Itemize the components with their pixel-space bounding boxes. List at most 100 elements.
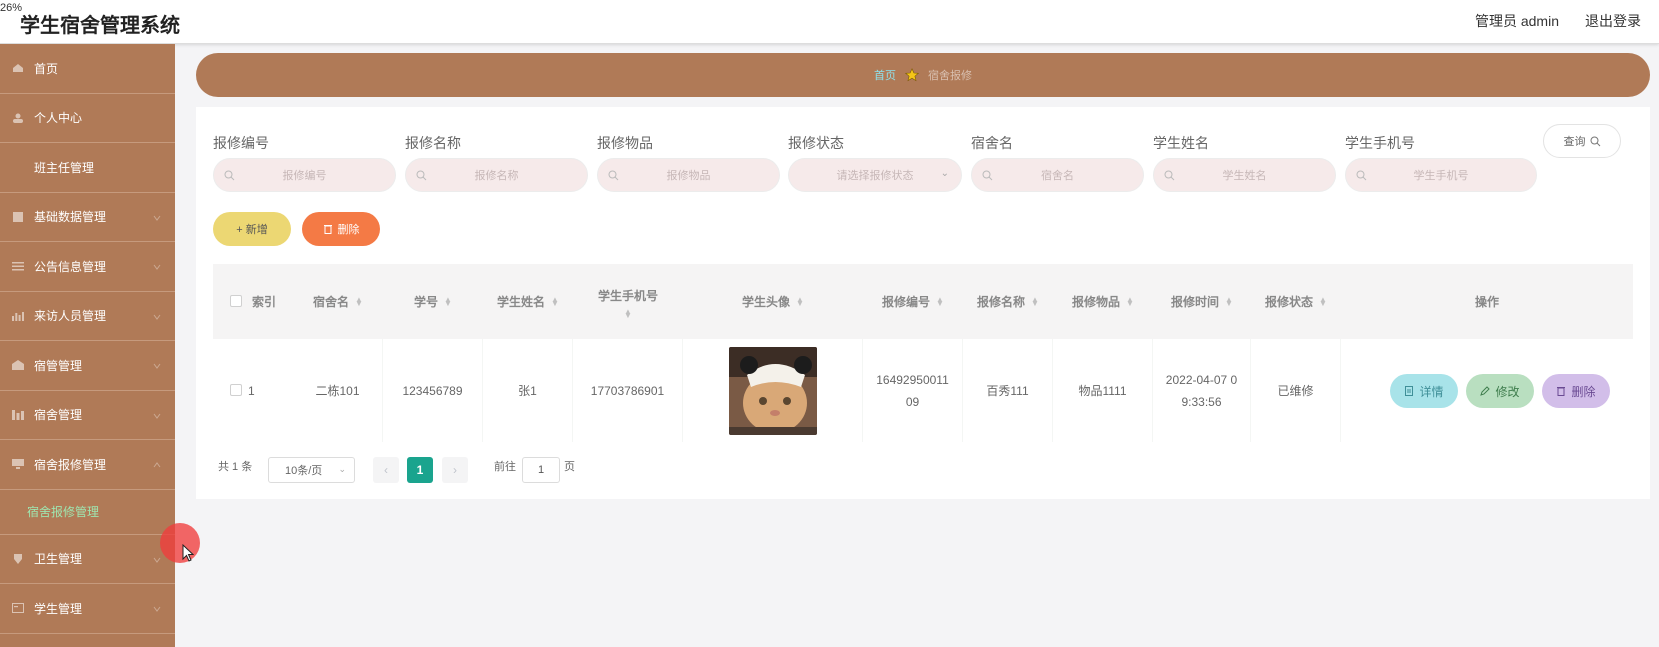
pagination-total: 共 1 条 — [218, 461, 253, 473]
sidebar-item-notice[interactable]: 公告信息管理 — [0, 242, 175, 292]
sidebar: 首页 个人中心 班主任管理 基础数据管理 公告信息管理 来访人员管理 宿管管理 … — [0, 44, 175, 647]
search-label-repair-status: 报修状态 — [788, 135, 844, 151]
shield-icon — [12, 553, 24, 564]
cursor-highlight — [160, 523, 200, 563]
col-repair-no[interactable]: 报修编号 ▲ ▼ — [863, 264, 963, 339]
batch-delete-button[interactable]: 删除 — [302, 212, 380, 246]
sidebar-subitem-repair[interactable]: 宿舍报修管理 — [0, 490, 175, 535]
sidebar-item-headteacher[interactable]: 班主任管理 — [0, 143, 175, 193]
col-repair-time[interactable]: 报修时间 ▲ ▼ — [1153, 264, 1251, 339]
sidebar-item-label: 宿舍管理 — [34, 408, 83, 423]
placeholder: 宿舍名 — [1041, 170, 1074, 182]
cell-name: 张1 — [483, 339, 573, 442]
col-label: 学生姓名 — [497, 294, 546, 309]
sort-icon: ▲ ▼ — [624, 306, 632, 320]
document-icon — [1405, 386, 1414, 396]
page-size-select[interactable]: 10条/页 ⌄ — [268, 457, 355, 483]
card-icon — [12, 603, 24, 614]
cell-student-no: 123456789 — [383, 339, 483, 442]
sidebar-item-students[interactable]: 学生管理 — [0, 584, 175, 634]
dorm-input[interactable]: 宿舍名 — [971, 158, 1144, 192]
sort-icon: ▲ ▼ — [796, 294, 804, 308]
repair-item-input[interactable]: 报修物品 — [597, 158, 780, 192]
chart-icon — [12, 311, 24, 321]
student-avatar-image[interactable] — [728, 346, 817, 435]
cell-dorm: 二栋101 — [293, 339, 383, 442]
student-name-input[interactable]: 学生姓名 — [1153, 158, 1336, 192]
sidebar-item-label: 首页 — [34, 61, 59, 76]
col-avatar[interactable]: 学生头像 ▲ ▼ — [683, 264, 863, 339]
edit-button[interactable]: 修改 — [1466, 374, 1534, 408]
sidebar-item-profile[interactable]: 个人中心 — [0, 94, 175, 143]
chevron-down-icon — [153, 413, 161, 419]
row-checkbox[interactable] — [230, 384, 242, 396]
sidebar-item-home[interactable]: 首页 — [0, 44, 175, 94]
next-page-button[interactable]: › — [442, 457, 468, 483]
col-label: 宿舍名 — [313, 294, 350, 309]
row-delete-button[interactable]: 删除 — [1542, 374, 1610, 408]
zoom-level: 26% — [0, 2, 23, 14]
sidebar-item-label: 学生管理 — [34, 601, 83, 616]
search-label-repair-name: 报修名称 — [405, 135, 461, 151]
search-icon — [1164, 170, 1175, 181]
prev-page-button[interactable]: ‹ — [373, 457, 399, 483]
col-repair-status[interactable]: 报修状态 ▲ ▼ — [1251, 264, 1341, 339]
edit-label: 修改 — [1495, 384, 1520, 399]
breadcrumb-home[interactable]: 首页 — [874, 67, 896, 83]
star-icon — [905, 68, 919, 82]
col-repair-item[interactable]: 报修物品 ▲ ▼ — [1053, 264, 1153, 339]
col-label: 报修时间 — [1171, 294, 1220, 309]
sort-icon: ▲ ▼ — [936, 294, 944, 308]
select-all-checkbox[interactable] — [230, 295, 242, 307]
cursor-icon — [182, 544, 194, 562]
col-student-no[interactable]: 学号 ▲ ▼ — [383, 264, 483, 339]
sidebar-item-base-data[interactable]: 基础数据管理 — [0, 193, 175, 242]
chevron-down-icon — [153, 215, 161, 221]
col-label: 报修名称 — [977, 294, 1026, 309]
page-size-value: 10条/页 — [285, 465, 323, 477]
app-title: 学生宿舍管理系统 — [20, 15, 180, 37]
batch-delete-label: 删除 — [337, 224, 360, 236]
col-name[interactable]: 学生姓名 ▲ ▼ — [483, 264, 573, 339]
sort-icon: ▲ ▼ — [1126, 294, 1134, 308]
chevron-down-icon — [153, 363, 161, 369]
page-unit-label: 页 — [564, 461, 575, 473]
cell-repair-time: 2022-04-07 09:33:56 — [1153, 339, 1251, 442]
list-icon — [12, 261, 24, 271]
col-repair-name[interactable]: 报修名称 ▲ ▼ — [963, 264, 1053, 339]
logout-link[interactable]: 退出登录 — [1585, 11, 1641, 31]
sidebar-item-dorm-admin[interactable]: 宿管管理 — [0, 341, 175, 391]
sidebar-item-dorm[interactable]: 宿舍管理 — [0, 391, 175, 440]
cell-repair-item: 物品1111 — [1053, 339, 1153, 442]
sidebar-item-repair[interactable]: 宿舍报修管理 — [0, 440, 175, 490]
sidebar-item-label: 个人中心 — [34, 111, 83, 126]
detail-button[interactable]: 详情 — [1390, 374, 1458, 408]
chevron-down-icon — [153, 606, 161, 612]
repair-name-input[interactable]: 报修名称 — [405, 158, 588, 192]
search-icon — [1590, 136, 1600, 146]
current-user: 管理员 admin — [1474, 13, 1559, 29]
add-button[interactable]: + 新增 — [213, 212, 291, 246]
placeholder: 报修物品 — [666, 170, 711, 182]
repair-status-select[interactable]: 请选择报修状态 ⌄ — [788, 158, 962, 192]
building-icon — [12, 360, 24, 371]
page-number-current[interactable]: 1 — [407, 457, 433, 483]
col-phone[interactable]: 学生手机号 ▲ ▼ — [573, 264, 683, 339]
sidebar-item-visitors[interactable]: 来访人员管理 — [0, 292, 175, 341]
query-button[interactable]: 查询 — [1543, 124, 1621, 158]
goto-label: 前往 — [494, 461, 516, 473]
goto-page-input[interactable] — [522, 457, 560, 483]
placeholder: 请选择报修状态 — [836, 170, 914, 182]
col-dorm[interactable]: 宿舍名 ▲ ▼ — [293, 264, 383, 339]
col-label: 报修编号 — [882, 294, 931, 309]
sidebar-item-hygiene[interactable]: 卫生管理 — [0, 535, 175, 584]
sort-icon: ▲ ▼ — [444, 294, 452, 308]
search-icon — [982, 170, 993, 181]
col-label: 学生手机号 — [597, 288, 658, 303]
phone-input[interactable]: 学生手机号 — [1345, 158, 1537, 192]
col-label: 操作 — [1474, 294, 1499, 309]
col-label: 学生头像 — [742, 294, 791, 309]
chevron-down-icon: ⌄ — [338, 464, 346, 474]
chevron-down-icon — [153, 264, 161, 270]
repair-no-input[interactable]: 报修编号 — [213, 158, 396, 192]
